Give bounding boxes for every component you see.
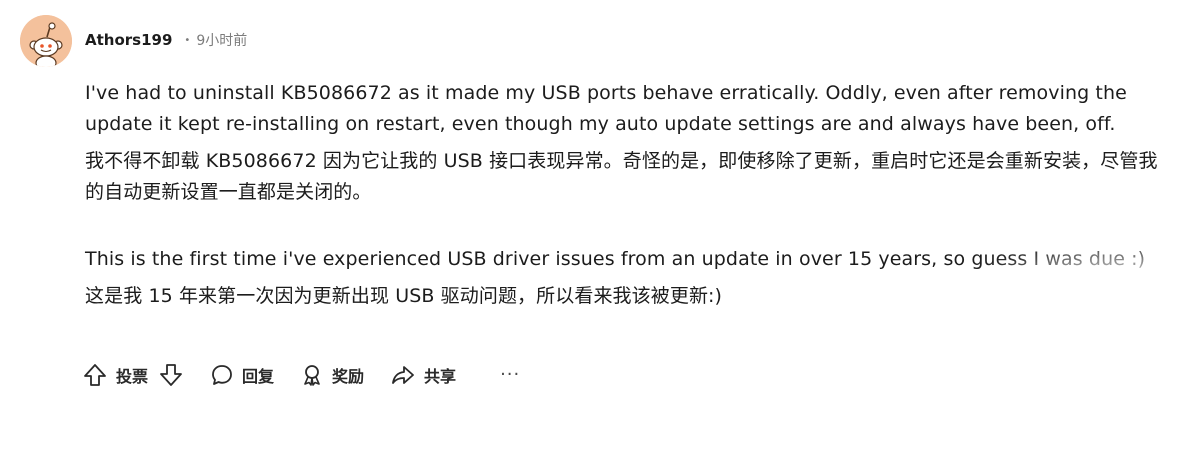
share-label: 共享: [424, 367, 457, 386]
reply-button[interactable]: 回复: [210, 363, 274, 387]
share-button[interactable]: 共享: [390, 363, 456, 387]
award-button[interactable]: 奖励: [300, 363, 364, 387]
username[interactable]: Athors199: [85, 31, 172, 49]
white-overlay-decoration: [980, 290, 1200, 450]
avatar[interactable]: [20, 15, 72, 67]
vote-label: 投票: [116, 367, 149, 386]
comment-paragraph-cn-2: 这是我 15 年来第一次因为更新出现 USB 驱动问题，所以看来我该被更新:): [85, 285, 723, 307]
more-options-button[interactable]: ···: [500, 366, 520, 384]
vote-group: 投票: [82, 362, 184, 388]
share-arrow-icon: [392, 366, 414, 384]
arrow-down-icon: [160, 364, 182, 386]
timestamp[interactable]: 9小时前: [196, 30, 247, 50]
upvote-button[interactable]: [82, 362, 108, 388]
comment-body: I've had to uninstall KB5086672 as it ma…: [85, 78, 1165, 312]
reply-label: 回复: [242, 367, 275, 386]
comment-paragraph-en-1: I've had to uninstall KB5086672 as it ma…: [85, 82, 1127, 135]
snoo-avatar-icon: [20, 15, 72, 67]
comment-paragraph-en-2: This is the first time i've experienced …: [85, 248, 1146, 270]
speech-bubble-icon: [212, 365, 232, 385]
award-label: 奖励: [332, 367, 365, 386]
downvote-button[interactable]: [158, 362, 184, 388]
meta-separator: •: [184, 34, 191, 46]
arrow-up-icon: [84, 364, 106, 386]
award-icon: [304, 365, 320, 386]
comment-meta: Athors199 • 9小时前: [85, 28, 247, 52]
comment-actions: 投票 回复 奖励 共享 ···: [82, 361, 520, 389]
comment-paragraph-cn-1: 我不得不卸载 KB5086672 因为它让我的 USB 接口表现异常。奇怪的是，…: [85, 150, 1158, 203]
comment: Athors199 • 9小时前 I've had to uninstall K…: [0, 0, 1200, 450]
